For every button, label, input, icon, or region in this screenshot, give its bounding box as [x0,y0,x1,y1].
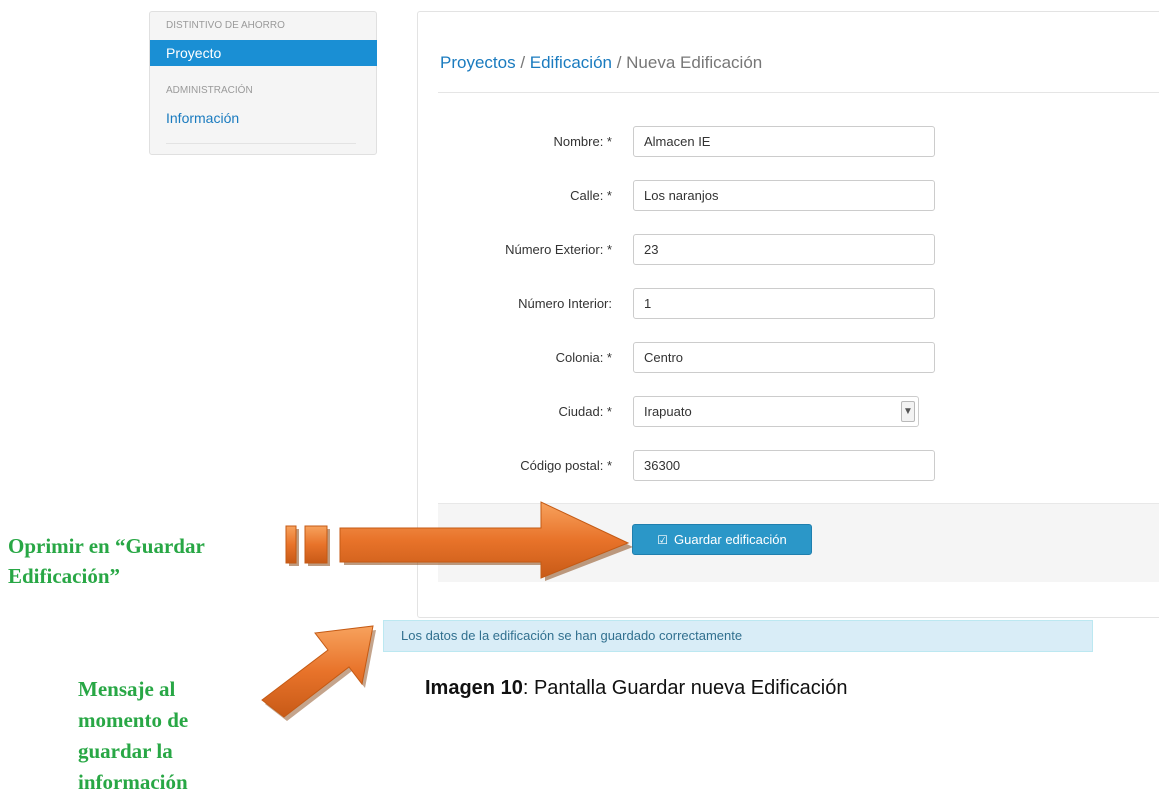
breadcrumb: Proyectos / Edificación / Nueva Edificac… [440,53,762,73]
sidebar: DISTINTIVO DE AHORRO Proyecto ADMINISTRA… [149,11,377,155]
numero-interior-label: Número Interior: [518,296,612,311]
colonia-input[interactable]: Centro [633,342,935,373]
sidebar-section-administracion: ADMINISTRACIÓN [166,85,253,96]
calle-label: Calle: * [570,188,612,203]
annotation-mensaje-line4: información [78,770,188,794]
caption-text: : Pantalla Guardar nueva Edificación [522,677,848,699]
annotation-mensaje-line3: guardar la [78,739,173,763]
annotation-mensaje-line2: momento de [78,708,189,732]
sidebar-divider [166,143,356,144]
annotation-guardar-line1: Oprimir en “Guardar [8,534,205,558]
save-button-label: Guardar edificación [674,532,787,547]
caption-label: Imagen 10 [425,677,523,699]
breadcrumb-separator: / [611,53,627,72]
sidebar-section-distintivo: DISTINTIVO DE AHORRO [166,20,285,31]
diagonal-arrow-icon [261,625,374,718]
check-square-icon: ☑ [657,532,669,547]
numero-exterior-input[interactable]: 23 [633,234,935,265]
breadcrumb-edificacion[interactable]: Edificación [530,53,612,72]
nombre-input[interactable]: Almacen IE [633,126,935,157]
breadcrumb-proyectos[interactable]: Proyectos [440,53,516,72]
sidebar-item-proyecto[interactable]: Proyecto [150,40,377,66]
figure-caption: Imagen 10: Pantalla Guardar nueva Edific… [425,677,847,700]
annotation-guardar: Oprimir en “Guardar Edificación” [8,531,205,591]
annotation-mensaje-line1: Mensaje al [78,677,176,701]
sidebar-item-informacion[interactable]: Información [150,105,377,131]
ciudad-select-value: Irapuato [644,404,692,419]
nombre-label: Nombre: * [553,134,612,149]
calle-input[interactable]: Los naranjos [633,180,935,211]
colonia-label: Colonia: * [555,350,612,365]
numero-exterior-label: Número Exterior: * [505,242,612,257]
numero-interior-input[interactable]: 1 [633,288,935,319]
chevron-down-icon[interactable]: ▼ [901,401,915,422]
codigo-postal-input[interactable]: 36300 [633,450,935,481]
breadcrumb-current: Nueva Edificación [626,53,763,72]
save-edificacion-button[interactable]: ☑ Guardar edificación [632,524,812,555]
annotation-guardar-line2: Edificación” [8,564,121,588]
breadcrumb-divider [438,92,1159,93]
codigo-postal-label: Código postal: * [520,458,612,473]
annotation-mensaje: Mensaje al momento de guardar la informa… [78,674,188,798]
breadcrumb-separator: / [515,53,530,72]
ciudad-label: Ciudad: * [558,404,612,419]
ciudad-select[interactable]: Irapuato ▼ [633,396,919,427]
success-alert: Los datos de la edificación se han guard… [383,620,1093,652]
